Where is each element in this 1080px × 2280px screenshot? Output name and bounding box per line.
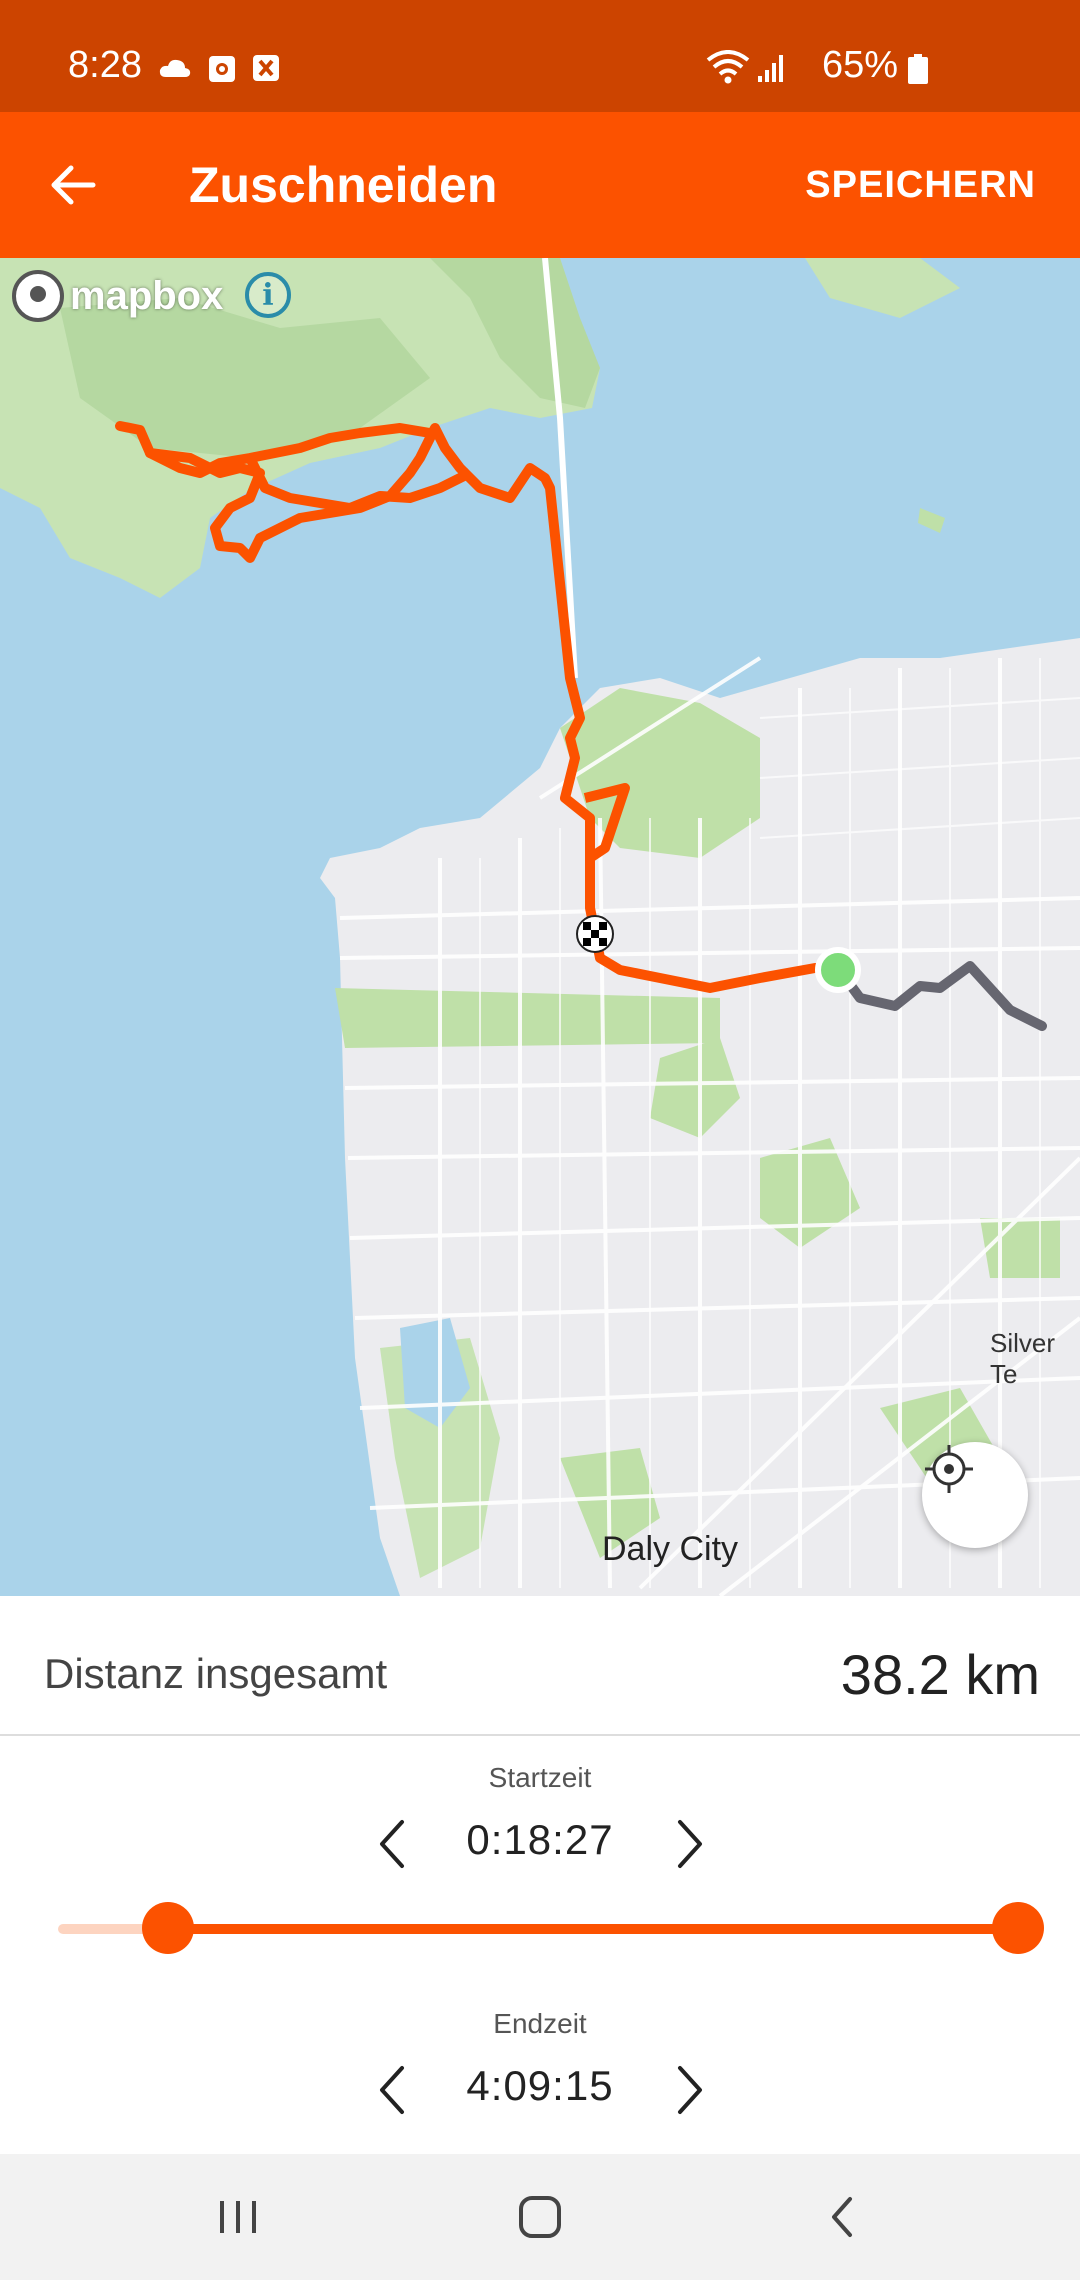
home-icon	[519, 2196, 561, 2238]
start-marker	[815, 947, 861, 993]
distance-row: Distanz insgesamt 38.2 km	[0, 1596, 1080, 1736]
mapbox-logo-icon	[12, 270, 64, 322]
end-time-value: 4:09:15	[466, 2062, 614, 2109]
end-time-increase-button[interactable]	[660, 2058, 720, 2122]
status-time: 8:28	[68, 44, 142, 86]
home-button[interactable]	[500, 2184, 580, 2250]
info-icon[interactable]: i	[245, 272, 291, 318]
map-label-daly-city: Daly City	[602, 1530, 739, 1568]
system-back-button[interactable]	[802, 2184, 882, 2250]
notification-icons	[158, 52, 280, 84]
start-time-block: Startzeit 0:18:27	[0, 1762, 1080, 1876]
status-bar: 8:28 65%	[0, 0, 1080, 112]
map-label-silver-terrace: Silver Te	[990, 1328, 1056, 1389]
crosshair-icon	[925, 1445, 973, 1493]
back-button[interactable]	[40, 152, 106, 218]
distance-label: Distanz insgesamt	[44, 1650, 388, 1697]
calendar-icon	[209, 56, 235, 82]
start-time-label: Startzeit	[488, 1762, 592, 1793]
excel-icon	[253, 55, 279, 81]
slider-start-handle[interactable]	[142, 1902, 194, 1954]
recent-apps-button[interactable]	[198, 2184, 278, 2250]
route-map[interactable]: mapbox i Silver Te Daly City	[0, 258, 1080, 1596]
mapbox-wordmark: mapbox	[70, 273, 224, 318]
wifi-icon	[706, 50, 750, 84]
trim-panel: Distanz insgesamt 38.2 km Startzeit 0:18…	[0, 1596, 1080, 2156]
arrow-left-icon	[51, 165, 96, 205]
save-button[interactable]: SPEICHERN	[805, 164, 1036, 207]
map-canvas	[0, 258, 1080, 1596]
start-time-increase-button[interactable]	[660, 1812, 720, 1876]
cloud-icon	[159, 59, 191, 77]
finish-marker	[576, 915, 614, 953]
locate-button[interactable]	[922, 1442, 1028, 1548]
chevron-left-icon	[832, 2197, 852, 2237]
app-bar: Zuschneiden SPEICHERN	[0, 112, 1080, 258]
distance-value: 38.2 km	[840, 1643, 1040, 1706]
mapbox-logo: mapbox	[12, 270, 223, 322]
recent-apps-icon	[220, 2201, 256, 2233]
slider-end-handle[interactable]	[992, 1902, 1044, 1954]
end-time-label: Endzeit	[493, 2008, 587, 2039]
page-title: Zuschneiden	[189, 157, 498, 213]
trim-range-slider[interactable]	[58, 1898, 1044, 1958]
battery-icon	[908, 54, 928, 84]
slider-track-selected	[168, 1924, 1018, 1934]
start-time-value: 0:18:27	[466, 1816, 614, 1863]
end-time-block: Endzeit 4:09:15	[0, 2008, 1080, 2122]
signal-icon	[758, 55, 783, 82]
system-nav-bar	[0, 2154, 1080, 2280]
battery-percent: 65%	[821, 44, 898, 86]
